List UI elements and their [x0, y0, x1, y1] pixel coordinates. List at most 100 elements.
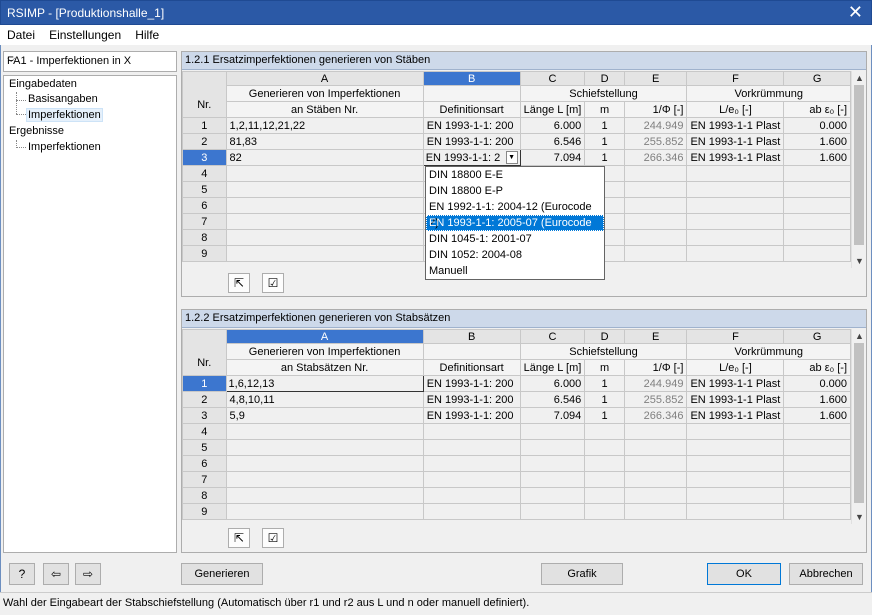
- cell-b[interactable]: EN 1993-1-1: 200: [422, 407, 521, 424]
- cell-d[interactable]: 1: [584, 407, 625, 424]
- cell-f[interactable]: [686, 181, 785, 198]
- ok-button[interactable]: OK: [707, 563, 781, 585]
- export-button[interactable]: ⇨: [75, 563, 101, 585]
- col-header-c[interactable]: C: [519, 71, 586, 86]
- cell-c[interactable]: 6.000: [519, 117, 586, 134]
- list-check-button[interactable]: ☑: [262, 528, 284, 548]
- close-icon[interactable]: ✕: [848, 2, 863, 22]
- cell-b[interactable]: EN 1993-1-1: 200: [422, 117, 521, 134]
- cell-f[interactable]: [686, 423, 785, 440]
- row-number[interactable]: 5: [182, 439, 227, 456]
- help-button[interactable]: ?: [9, 563, 35, 585]
- cell-d[interactable]: 1: [584, 375, 625, 392]
- cancel-button[interactable]: Abbrechen: [789, 563, 863, 585]
- cell-g[interactable]: [783, 245, 851, 262]
- col-header-g[interactable]: G: [783, 329, 851, 344]
- row-number[interactable]: 8: [182, 487, 227, 504]
- cell-a[interactable]: 82: [225, 149, 424, 166]
- cell-f[interactable]: [686, 165, 785, 182]
- cell-f[interactable]: [686, 245, 785, 262]
- cell-a[interactable]: [225, 213, 424, 230]
- cell-g[interactable]: [783, 165, 851, 182]
- row-number[interactable]: 7: [182, 213, 227, 230]
- cell-g[interactable]: [783, 229, 851, 246]
- cell-c[interactable]: 6.000: [519, 375, 586, 392]
- dropdown-option[interactable]: EN 1992-1-1: 2004-12 (Eurocode 2): [426, 199, 604, 229]
- row-number[interactable]: 8: [182, 229, 227, 246]
- row-number[interactable]: 3: [182, 149, 227, 166]
- row-number[interactable]: 4: [182, 423, 227, 440]
- case-selector[interactable]: FA1 - Imperfektionen in X ⌵: [3, 51, 177, 72]
- cell-c[interactable]: [519, 503, 586, 520]
- cell-a[interactable]: 5,9: [225, 407, 424, 424]
- menu-datei[interactable]: Datei: [7, 25, 35, 45]
- scroll-up-icon[interactable]: ▲: [855, 73, 864, 83]
- cell-c[interactable]: 6.546: [519, 391, 586, 408]
- col-header-d[interactable]: D: [584, 329, 625, 344]
- cell-b-dropdown[interactable]: EN 1993-1-1: 2 ▼: [422, 149, 521, 166]
- cell-g[interactable]: 1.600: [783, 391, 851, 408]
- scroll-down-icon[interactable]: ▼: [855, 256, 864, 266]
- cell-b[interactable]: [422, 471, 521, 488]
- cell-d[interactable]: [584, 439, 625, 456]
- menu-einstellungen[interactable]: Einstellungen: [49, 25, 121, 45]
- col-header-b[interactable]: B: [422, 329, 521, 344]
- cell-b[interactable]: EN 1993-1-1: 200: [422, 375, 521, 392]
- dropdown-option[interactable]: DIN 1052: 2004-08: [426, 247, 604, 263]
- cell-b[interactable]: [422, 487, 521, 504]
- scrollbar-thumb[interactable]: [854, 85, 864, 245]
- cell-f[interactable]: EN 1993-1-1 Plast: [686, 375, 785, 392]
- cell-g[interactable]: [783, 455, 851, 472]
- cell-f[interactable]: EN 1993-1-1 Plast: [686, 149, 785, 166]
- cell-g[interactable]: [783, 503, 851, 520]
- cell-b[interactable]: [422, 455, 521, 472]
- cell-g[interactable]: 1.600: [783, 133, 851, 150]
- col-header-g[interactable]: G: [783, 71, 851, 86]
- cell-b[interactable]: [422, 503, 521, 520]
- cell-d[interactable]: [584, 487, 625, 504]
- cell-a[interactable]: [225, 245, 424, 262]
- dropdown-option[interactable]: DIN 18800 E-E: [426, 167, 604, 183]
- col-header-a[interactable]: A: [225, 71, 424, 86]
- cell-c[interactable]: 7.094: [519, 149, 586, 166]
- generate-button[interactable]: Generieren: [181, 563, 263, 585]
- dropdown-option-selected[interactable]: EN 1993-1-1: 2005-07 (Eurocode 3): [426, 215, 604, 245]
- cell-f[interactable]: EN 1993-1-1 Plast: [686, 133, 785, 150]
- col-header-c[interactable]: C: [519, 329, 586, 344]
- cell-c[interactable]: [519, 455, 586, 472]
- cell-g[interactable]: 1.600: [783, 149, 851, 166]
- tree-item-imperfektionen[interactable]: Imperfektionen: [26, 108, 103, 122]
- cell-g[interactable]: [783, 471, 851, 488]
- tree-item-ergebnisse[interactable]: Ergebnisse: [9, 125, 64, 137]
- dropdown-option[interactable]: DIN 1045-1: 2001-07: [426, 231, 604, 247]
- cell-f[interactable]: [686, 503, 785, 520]
- cell-a[interactable]: [225, 229, 424, 246]
- cell-b[interactable]: EN 1993-1-1: 200: [422, 391, 521, 408]
- cell-a[interactable]: [225, 503, 424, 520]
- col-header-f[interactable]: F: [686, 71, 785, 86]
- tree-item-basisangaben[interactable]: Basisangaben: [28, 93, 98, 105]
- row-number[interactable]: 2: [182, 391, 227, 408]
- cell-g[interactable]: 0.000: [783, 117, 851, 134]
- cell-d[interactable]: [584, 455, 625, 472]
- tree-item-eingabedaten[interactable]: Eingabedaten: [9, 78, 77, 90]
- row-number[interactable]: 1: [182, 375, 227, 392]
- cell-g[interactable]: [783, 181, 851, 198]
- cell-f[interactable]: [686, 455, 785, 472]
- col-header-b[interactable]: B: [422, 71, 521, 86]
- cell-a[interactable]: [225, 471, 424, 488]
- menu-hilfe[interactable]: Hilfe: [135, 25, 159, 45]
- cell-f[interactable]: EN 1993-1-1 Plast: [686, 391, 785, 408]
- cell-g[interactable]: [783, 213, 851, 230]
- cell-a[interactable]: [225, 197, 424, 214]
- cell-g[interactable]: [783, 197, 851, 214]
- cell-a[interactable]: 81,83: [225, 133, 424, 150]
- cell-c[interactable]: [519, 439, 586, 456]
- cell-g[interactable]: [783, 439, 851, 456]
- row-number[interactable]: 7: [182, 471, 227, 488]
- cell-g[interactable]: [783, 423, 851, 440]
- cell-a[interactable]: [225, 439, 424, 456]
- cell-a[interactable]: [225, 487, 424, 504]
- col-header-d[interactable]: D: [584, 71, 625, 86]
- dropdown-option[interactable]: Manuell: [426, 263, 604, 279]
